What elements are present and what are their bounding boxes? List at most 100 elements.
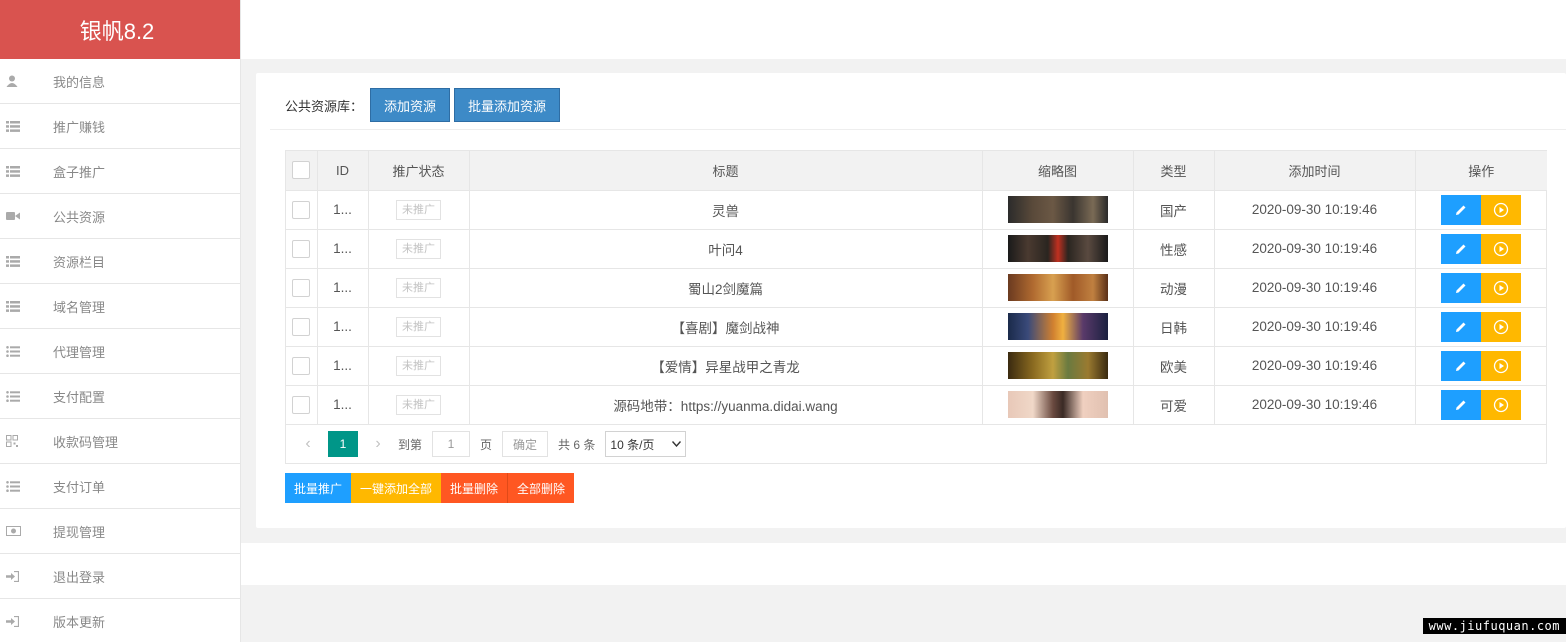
current-page[interactable]: 1: [328, 431, 358, 457]
toolbar-divider: [270, 129, 1566, 130]
sidebar-item-label: 提现管理: [53, 524, 106, 540]
money-icon: [0, 526, 53, 536]
sidebar-item-domain-management[interactable]: 域名管理: [0, 284, 240, 329]
row-title: 灵兽: [469, 190, 983, 230]
sidebar-item-qrcode-management[interactable]: 收款码管理: [0, 419, 240, 464]
header-ops: 操作: [1415, 151, 1547, 191]
status-badge: 未推广: [396, 355, 441, 376]
edit-button[interactable]: [1441, 311, 1482, 342]
sidebar-item-withdraw-management[interactable]: 提现管理: [0, 509, 240, 554]
sidebar-item-label: 收款码管理: [53, 434, 119, 450]
select-all-checkbox[interactable]: [292, 161, 311, 180]
batch-add-resource-button[interactable]: 批量添加资源: [454, 88, 561, 122]
play-circle-icon: [1494, 202, 1509, 217]
content-footer-band: [241, 543, 1566, 585]
row-time: 2020-09-30 10:19:46: [1214, 346, 1416, 386]
sidebar-item-label: 推广赚钱: [53, 119, 106, 135]
play-button[interactable]: [1481, 389, 1522, 420]
sidebar: 银帆8.2 我的信息 推广赚钱 盒子推广 公共资源 资源栏目 域名管理 代理管理…: [0, 0, 241, 642]
row-id: 1...: [317, 346, 369, 386]
row-id: 1...: [317, 190, 369, 230]
sidebar-item-promote-earn[interactable]: 推广赚钱: [0, 104, 240, 149]
pencil-icon: [1456, 400, 1466, 410]
row-time: 2020-09-30 10:19:46: [1214, 268, 1416, 308]
page-number-input[interactable]: [432, 431, 471, 457]
thumbnail-image: [1007, 352, 1108, 379]
table-row: 1... 未推广 蜀山2剑魔篇 动漫 2020-09-30 10:19:46: [286, 268, 1547, 308]
row-type: 国产: [1133, 190, 1215, 230]
play-button[interactable]: [1481, 233, 1522, 264]
list-icon: [0, 300, 53, 312]
table-header-row: ID 推广状态 标题 缩略图 类型 添加时间 操作: [286, 151, 1547, 191]
thumbnail-image: [1007, 196, 1108, 223]
page-size-value: 10 条/页: [610, 437, 655, 452]
sidebar-item-payment-config[interactable]: 支付配置: [0, 374, 240, 419]
sidebar-item-label: 版本更新: [53, 614, 106, 630]
delete-all-button[interactable]: 全部删除: [508, 473, 575, 503]
edit-button[interactable]: [1441, 350, 1482, 381]
status-badge: 未推广: [396, 238, 441, 259]
sidebar-item-label: 支付配置: [53, 389, 106, 405]
thumbnail-image: [1007, 274, 1108, 301]
sidebar-item-public-resources[interactable]: 公共资源: [0, 194, 240, 239]
row-checkbox[interactable]: [292, 356, 311, 375]
sidebar-item-logout[interactable]: 退出登录: [0, 554, 240, 599]
bulk-action-bar: 批量推广 一键添加全部 批量删除 全部删除: [285, 473, 575, 503]
sidebar-item-payment-orders[interactable]: 支付订单: [0, 464, 240, 509]
main-area: 公共资源库： 添加资源 批量添加资源 ID 推广状态 标题 缩略图 类型 添加时…: [241, 0, 1566, 642]
toolbar-label: 公共资源库：: [285, 98, 364, 114]
row-type: 日韩: [1133, 307, 1215, 347]
sidebar-item-agent-management[interactable]: 代理管理: [0, 329, 240, 374]
row-type: 欧美: [1133, 346, 1215, 386]
row-checkbox[interactable]: [292, 239, 311, 258]
status-badge: 未推广: [396, 394, 441, 415]
page-size-select[interactable]: 10 条/页: [605, 431, 687, 457]
row-time: 2020-09-30 10:19:46: [1214, 307, 1416, 347]
page-unit-label: 页: [480, 437, 493, 452]
list-ul-icon: [0, 480, 53, 492]
sidebar-item-label: 公共资源: [53, 209, 106, 225]
play-circle-icon: [1494, 358, 1509, 373]
play-circle-icon: [1494, 280, 1509, 295]
row-title: 叶问4: [469, 229, 983, 269]
edit-button[interactable]: [1441, 194, 1482, 225]
qrcode-icon: [0, 435, 53, 447]
goto-label: 到第: [398, 437, 423, 452]
header-type: 类型: [1133, 151, 1215, 191]
row-title: 【喜剧】魔剑战神: [469, 307, 983, 347]
pencil-icon: [1456, 361, 1466, 371]
play-button[interactable]: [1481, 272, 1522, 303]
row-checkbox[interactable]: [292, 395, 311, 414]
sidebar-item-my-info[interactable]: 我的信息: [0, 59, 240, 104]
sidebar-item-box-promote[interactable]: 盒子推广: [0, 149, 240, 194]
edit-button[interactable]: [1441, 389, 1482, 420]
edit-button[interactable]: [1441, 233, 1482, 264]
pagination: ‹ 1 › 到第 页 确定 共 6 条 10 条/页: [286, 424, 1546, 464]
play-button[interactable]: [1481, 311, 1522, 342]
row-checkbox[interactable]: [292, 317, 311, 336]
add-resource-button[interactable]: 添加资源: [370, 88, 451, 122]
header-select-all[interactable]: [286, 151, 318, 191]
edit-button[interactable]: [1441, 272, 1482, 303]
play-button[interactable]: [1481, 350, 1522, 381]
row-time: 2020-09-30 10:19:46: [1214, 385, 1416, 425]
sidebar-item-label: 我的信息: [53, 74, 106, 90]
row-id: 1...: [317, 385, 369, 425]
list-ul-icon: [0, 345, 53, 357]
goto-confirm-button[interactable]: 确定: [502, 431, 549, 457]
play-button[interactable]: [1481, 194, 1522, 225]
batch-promote-button[interactable]: 批量推广: [285, 473, 352, 503]
prev-page-icon[interactable]: ‹: [298, 435, 318, 453]
user-icon: [0, 75, 53, 87]
row-checkbox[interactable]: [292, 278, 311, 297]
add-all-button[interactable]: 一键添加全部: [351, 473, 442, 503]
thumbnail-image: [1007, 391, 1108, 418]
sidebar-item-version-update[interactable]: 版本更新: [0, 599, 240, 642]
batch-delete-button[interactable]: 批量删除: [441, 473, 509, 503]
row-checkbox[interactable]: [292, 200, 311, 219]
pencil-icon: [1456, 322, 1466, 332]
sign-in-icon: [0, 570, 53, 582]
sidebar-item-resource-columns[interactable]: 资源栏目: [0, 239, 240, 284]
header-id[interactable]: ID: [317, 151, 369, 191]
next-page-icon[interactable]: ›: [368, 435, 388, 453]
